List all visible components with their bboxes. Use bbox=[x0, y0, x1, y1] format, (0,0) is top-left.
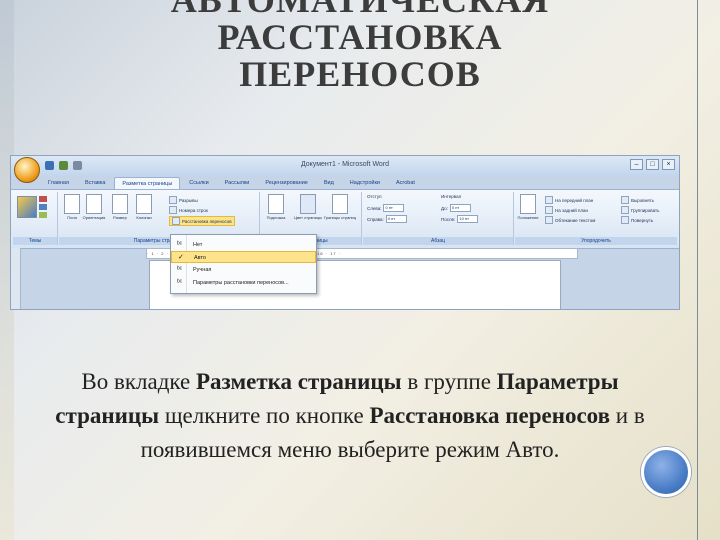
themes-icon[interactable] bbox=[17, 196, 37, 218]
page-color-button[interactable]: Цвет страницы bbox=[294, 194, 322, 220]
word-screenshot: Документ1 - Microsoft Word – □ × Главная… bbox=[10, 155, 680, 310]
group-themes: Темы bbox=[13, 192, 58, 245]
breaks-button[interactable]: Разрывы bbox=[169, 196, 198, 204]
manual-icon: ᵇᶜ bbox=[177, 266, 183, 273]
hyphenation-button[interactable]: Расстановка переносов bbox=[169, 216, 235, 226]
bring-front-icon bbox=[545, 196, 553, 204]
columns-icon bbox=[136, 194, 152, 214]
watermark-icon bbox=[268, 194, 284, 214]
page-color-icon bbox=[300, 194, 316, 214]
size-icon bbox=[112, 194, 128, 214]
page-borders-icon bbox=[332, 194, 348, 214]
size-button[interactable]: Размер bbox=[111, 194, 129, 220]
breaks-icon bbox=[169, 196, 177, 204]
title-line-2: РАССТАНОВКА bbox=[217, 17, 503, 57]
align-icon bbox=[621, 196, 629, 204]
orientation-icon bbox=[86, 194, 102, 214]
page-borders-button[interactable]: Границы страниц bbox=[324, 194, 356, 220]
group-label-paragraph: Абзац bbox=[363, 237, 513, 245]
theme-fonts-icon[interactable] bbox=[39, 204, 47, 210]
group-arrange: Положение На передний план На задний пла… bbox=[515, 192, 677, 245]
body-bold-page-layout: Разметка страницы bbox=[196, 369, 402, 394]
align-button[interactable]: Выровнять bbox=[621, 196, 654, 204]
send-back-icon bbox=[545, 206, 553, 214]
rotate-button[interactable]: Повернуть bbox=[621, 216, 653, 224]
office-button[interactable] bbox=[14, 157, 40, 183]
position-button[interactable]: Положение bbox=[517, 194, 539, 220]
margins-icon bbox=[64, 194, 80, 214]
menu-item-options[interactable]: ᵇᶜ Параметры расстановки переносов... bbox=[171, 277, 316, 289]
group-icon bbox=[621, 206, 629, 214]
word-titlebar: Документ1 - Microsoft Word – □ × bbox=[11, 156, 679, 176]
none-icon: ᵇᶜ bbox=[177, 241, 183, 248]
body-text-part-3: щелкните по кнопке bbox=[159, 403, 370, 428]
slide-title: АВТОМАТИЧЕСКАЯ РАССТАНОВКА ПЕРЕНОСОВ bbox=[60, 0, 660, 93]
spacing-before-field[interactable]: До: 0 пт bbox=[441, 204, 471, 212]
window-title: Документ1 - Microsoft Word bbox=[300, 161, 390, 168]
window-controls: – □ × bbox=[630, 159, 675, 170]
watermark-button[interactable]: Подложка bbox=[267, 194, 285, 220]
ribbon: Темы Поля Ориентация Размер Колонки Разр… bbox=[11, 189, 679, 249]
line-numbers-icon bbox=[169, 206, 177, 214]
theme-effects-icon[interactable] bbox=[39, 212, 47, 218]
text-wrap-button[interactable]: Обтекание текстом bbox=[545, 216, 595, 224]
hyphenation-menu: ᵇᶜ Нет ✓ Авто ᵇᶜ Ручная ᵇᶜ Параметры расстан… bbox=[170, 234, 317, 294]
menu-item-manual[interactable]: ᵇᶜ Ручная bbox=[171, 264, 316, 276]
checkmark-icon: ✓ bbox=[178, 254, 184, 261]
maximize-icon[interactable]: □ bbox=[646, 159, 659, 170]
menu-item-none[interactable]: ᵇᶜ Нет bbox=[171, 239, 316, 251]
vertical-ruler bbox=[11, 248, 21, 309]
spacing-after-field[interactable]: После: 10 пт bbox=[441, 215, 479, 223]
bring-front-button[interactable]: На передний план bbox=[545, 196, 593, 204]
close-icon[interactable]: × bbox=[662, 159, 675, 170]
line-numbers-button[interactable]: Номера строк bbox=[169, 206, 208, 214]
slide-body-text: Во вкладке Разметка страницы в группе Па… bbox=[40, 365, 660, 467]
spacing-header: Интервал bbox=[441, 194, 462, 199]
indent-right-field[interactable]: Справа: 0 пт bbox=[367, 215, 407, 223]
frame-line-right bbox=[697, 0, 698, 540]
columns-button[interactable]: Колонки bbox=[135, 194, 153, 220]
body-text-part-1: Во вкладке bbox=[81, 369, 196, 394]
body-text-part-2: в группе bbox=[401, 369, 497, 394]
title-line-3: ПЕРЕНОСОВ bbox=[239, 54, 481, 94]
orientation-button[interactable]: Ориентация bbox=[83, 194, 105, 220]
group-label-arrange: Упорядочить bbox=[515, 237, 677, 245]
indent-left-field[interactable]: Слева: 0 пт bbox=[367, 204, 405, 212]
position-icon bbox=[520, 194, 536, 214]
group-label-themes: Темы bbox=[13, 237, 57, 245]
decorative-circle-icon bbox=[641, 447, 691, 497]
body-bold-hyphenation: Расстановка переносов bbox=[369, 403, 611, 428]
text-wrap-icon bbox=[545, 216, 553, 224]
indent-header: Отступ bbox=[367, 194, 382, 199]
theme-colors-icon[interactable] bbox=[39, 196, 47, 202]
margins-button[interactable]: Поля bbox=[63, 194, 81, 220]
group-button[interactable]: Группировать bbox=[621, 206, 659, 214]
options-icon: ᵇᶜ bbox=[177, 279, 183, 286]
hyphenation-icon bbox=[172, 217, 180, 225]
rotate-icon bbox=[621, 216, 629, 224]
send-back-button[interactable]: На задний план bbox=[545, 206, 588, 214]
group-paragraph: Отступ Слева: 0 пт Справа: 0 пт Интервал Д… bbox=[363, 192, 514, 245]
minimize-icon[interactable]: – bbox=[630, 159, 643, 170]
menu-item-auto[interactable]: ✓ Авто bbox=[171, 251, 316, 263]
